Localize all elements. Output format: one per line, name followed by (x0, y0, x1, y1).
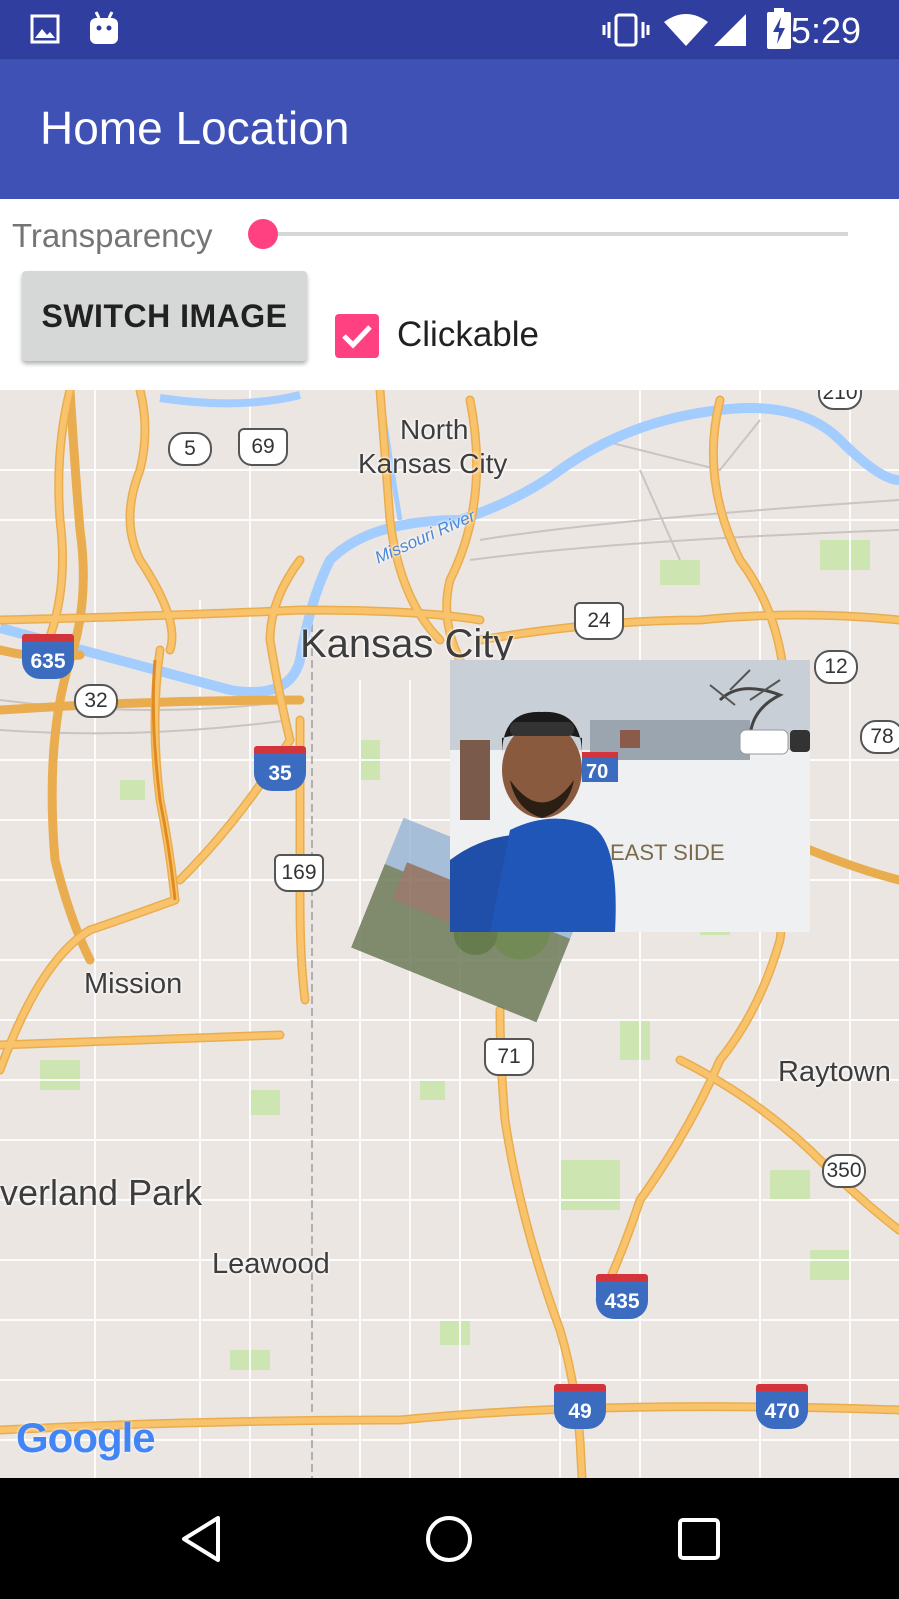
map-label-mission: Mission (84, 968, 183, 1000)
google-logo-text: Google (16, 1414, 156, 1461)
route-shield-435: 435 (596, 1274, 648, 1319)
vibrate-icon (602, 13, 650, 47)
route-shield-5: 5 (168, 432, 212, 466)
clickable-label[interactable]: Clickable (397, 315, 539, 355)
app-bar: Home Location (0, 59, 899, 199)
image-icon (30, 14, 60, 44)
transparency-label: Transparency (12, 217, 213, 254)
recents-icon[interactable] (676, 1516, 722, 1562)
navigation-bar (0, 1478, 899, 1599)
status-time: 5:29 (790, 10, 861, 51)
route-shield-35: 35 (254, 746, 306, 791)
route-shield-169: 169 (274, 854, 324, 892)
map-view[interactable]: North Kansas City Missouri River Kansas … (0, 390, 899, 1478)
status-bar: 5:29 (0, 0, 899, 59)
wifi-icon (664, 14, 708, 46)
controls-panel: Transparency SWITCH IMAGE Clickable (0, 199, 899, 390)
route-shield-12: 12 (814, 650, 858, 684)
route-shield-470: 470 (756, 1384, 808, 1429)
selfie-photo-image: 70 EAST SIDE (450, 660, 810, 932)
slider-thumb[interactable] (248, 219, 278, 249)
map-label-overland-park: verland Park (0, 1172, 203, 1213)
route-shield-350: 350 (822, 1154, 866, 1188)
map-label-raytown: Raytown (778, 1056, 891, 1088)
battery-charging-icon (767, 8, 791, 49)
route-shield-49: 49 (554, 1384, 606, 1429)
page-title: Home Location (40, 102, 350, 154)
android-icon (90, 11, 118, 44)
slider-track (262, 232, 848, 236)
route-shield-635: 635 (22, 634, 74, 679)
map-label-leawood: Leawood (212, 1248, 330, 1280)
clickable-checkbox[interactable] (335, 314, 379, 358)
switch-image-button[interactable]: SWITCH IMAGE (22, 271, 307, 361)
route-shield-78: 78 (860, 720, 899, 754)
google-logo: Google (16, 1414, 156, 1462)
svg-text:EAST SIDE: EAST SIDE (610, 840, 725, 865)
svg-text:70: 70 (586, 761, 608, 783)
check-icon (342, 325, 372, 349)
route-shield-24: 24 (574, 602, 624, 640)
ground-overlay-photo[interactable]: 70 EAST SIDE (450, 660, 810, 932)
transparency-slider[interactable] (248, 217, 848, 253)
home-icon[interactable] (424, 1514, 474, 1564)
map-label-north-kansas-city: Kansas City (358, 448, 508, 479)
route-shield-71: 71 (484, 1038, 534, 1076)
route-shield-32: 32 (74, 684, 118, 718)
route-shield-69: 69 (238, 428, 288, 466)
map-label-north: North (400, 414, 469, 445)
signal-icon (714, 14, 746, 46)
back-icon[interactable] (178, 1514, 224, 1564)
